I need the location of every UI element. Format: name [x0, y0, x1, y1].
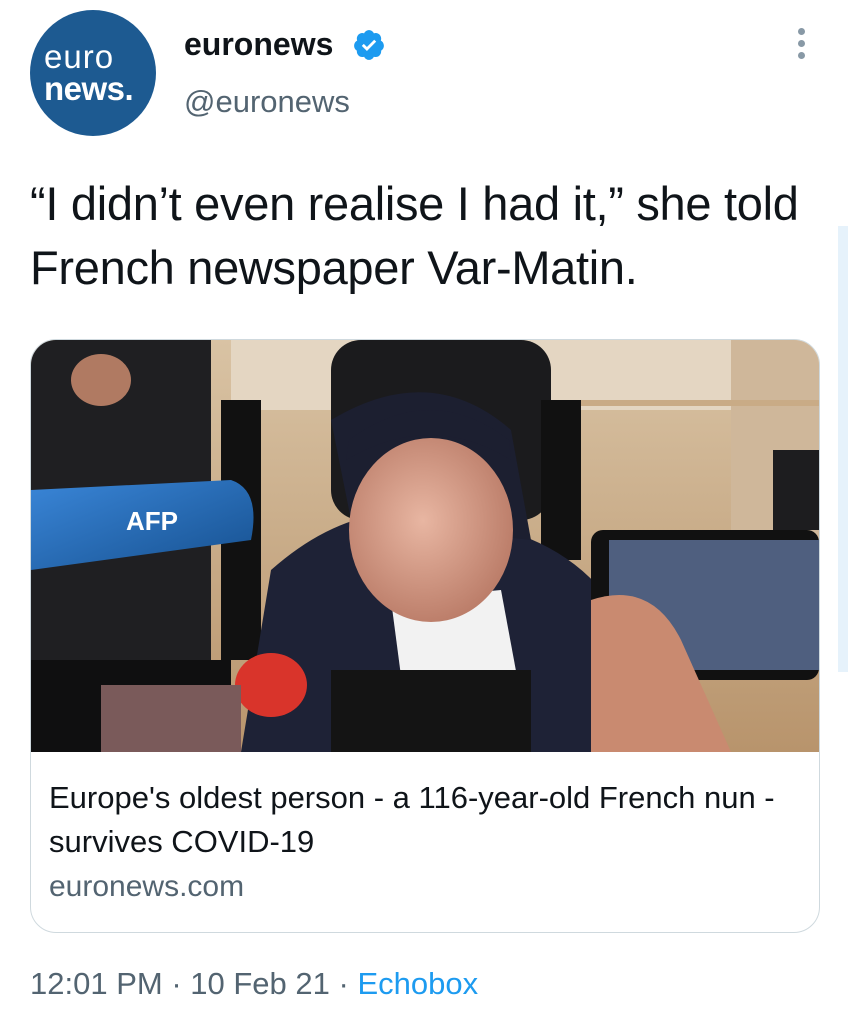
verified-badge-icon	[354, 30, 384, 60]
tweet-text: “I didn’t even realise I had it,” she to…	[30, 177, 799, 294]
meta-separator: ·	[162, 966, 191, 1001]
card-domain[interactable]: euronews.com	[49, 870, 244, 904]
tweet-time[interactable]: 12:01 PM	[30, 966, 163, 1001]
scroll-indicator	[838, 226, 848, 672]
more-dot	[797, 28, 805, 35]
afp-logo: AFP	[126, 506, 178, 536]
meta-separator: ·	[329, 966, 358, 1001]
avatar[interactable]: euro news.	[30, 10, 156, 136]
more-dot	[797, 52, 805, 59]
more-options-icon[interactable]	[786, 28, 816, 64]
avatar-text-line2: news.	[44, 70, 134, 107]
avatar-text-line1: euro	[44, 38, 115, 75]
author-name[interactable]: euronews	[184, 26, 333, 63]
tweet-source[interactable]: Echobox	[357, 966, 478, 1001]
link-card[interactable]: AFP Europe's oldest person - a 116-year-…	[30, 339, 820, 933]
card-title[interactable]: Europe's oldest person - a 116-year-old …	[49, 776, 799, 864]
tweet-date[interactable]: 10 Feb 21	[190, 966, 330, 1001]
tweet-meta: 12:01 PM · 10 Feb 21 · Echobox	[30, 966, 478, 1002]
author-handle[interactable]: @euronews	[184, 84, 350, 120]
article-photo[interactable]: AFP	[31, 340, 819, 752]
more-dot	[797, 40, 805, 47]
